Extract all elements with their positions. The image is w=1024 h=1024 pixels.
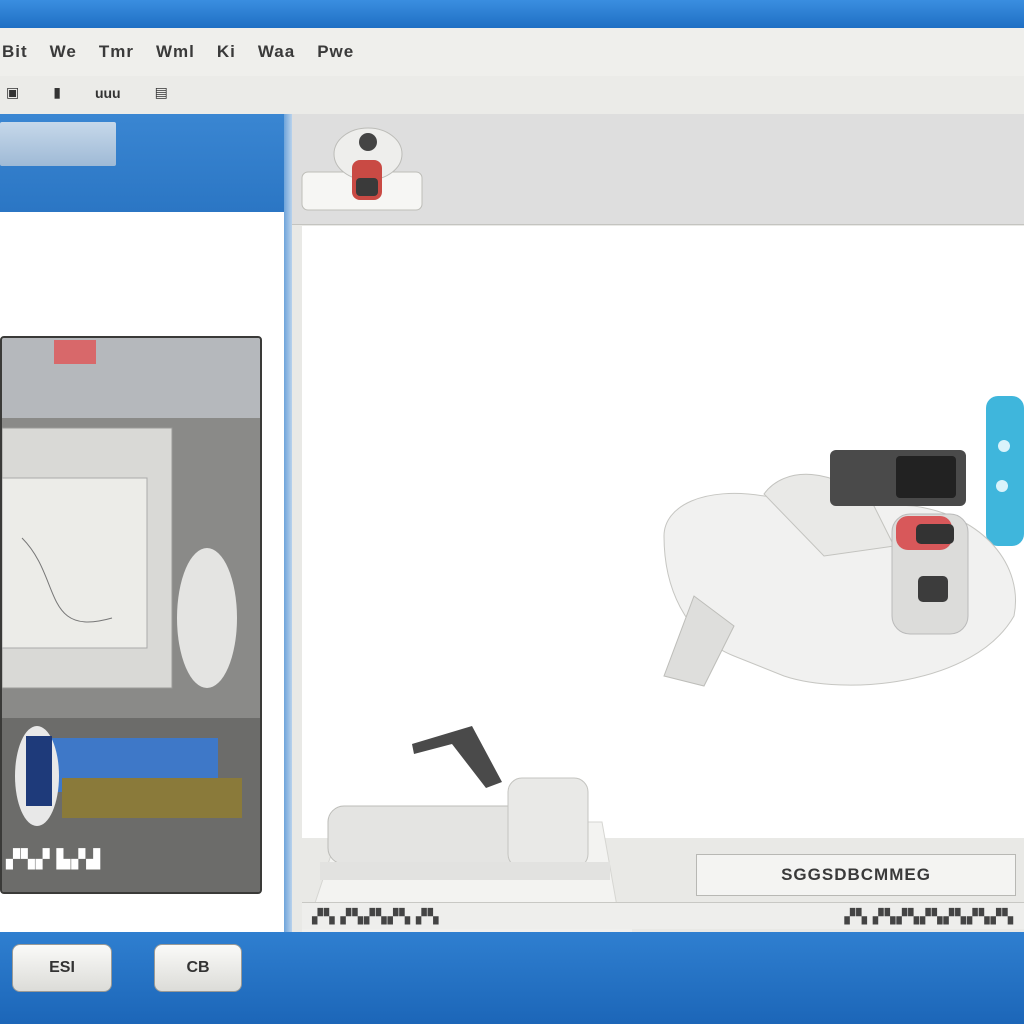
panel-divider[interactable] — [284, 114, 292, 932]
left-panel: ▞▚▞ ▙▞▟ — [0, 114, 284, 932]
status-field-text: SGGSDBCMMEG — [781, 865, 931, 884]
menu-item-1[interactable]: Bit — [2, 42, 28, 62]
action-button-1[interactable]: ESI — [12, 944, 112, 992]
menu-item-7[interactable]: Pwe — [317, 42, 354, 62]
action-button-2[interactable]: CB — [154, 944, 242, 992]
toolbar-button-2[interactable]: ▮ — [49, 82, 65, 103]
status-bar-left-text: ▞▚ ▞▚▞▚▞▚ ▞▚ — [312, 907, 440, 924]
menu-item-5[interactable]: Ki — [217, 42, 236, 62]
menu-item-4[interactable]: Wml — [156, 42, 195, 62]
menu-item-3[interactable]: Tmr — [99, 42, 134, 62]
status-field: SGGSDBCMMEG — [696, 854, 1016, 896]
toolbar-button-4[interactable]: ▤ — [151, 82, 172, 103]
toolbar-button-1[interactable]: ▣ — [2, 82, 23, 103]
device-thumbnail-icon[interactable] — [296, 116, 436, 220]
thumbnail-caption: ▞▚▞ ▙▞▟ — [6, 849, 102, 869]
thumbnail-image — [2, 338, 260, 892]
left-panel-header — [0, 114, 284, 212]
left-panel-header-bar[interactable] — [0, 122, 116, 166]
main-panel: SGGSDBCMMEG ▞▚ ▞▚▞▚▞▚ ▞▚ ▞▚ ▞▚▞▚▞▚▞▚▞▚▞▚ — [292, 114, 1024, 950]
toolbar: ▣ ▮ uuu ▤ — [0, 76, 1024, 115]
bottom-bar: ESI CB — [0, 932, 1024, 1024]
title-bar — [0, 0, 1024, 28]
preview-thumbnail[interactable]: ▞▚▞ ▙▞▟ — [0, 336, 262, 894]
menu-bar: Bit We Tmr Wml Ki Waa Pwe — [0, 28, 1024, 77]
main-header — [292, 114, 1024, 225]
status-bar-right-text: ▞▚ ▞▚▞▚▞▚▞▚▞▚▞▚ — [844, 907, 1014, 924]
menu-item-6[interactable]: Waa — [258, 42, 295, 62]
status-bar: ▞▚ ▞▚▞▚▞▚ ▞▚ ▞▚ ▞▚▞▚▞▚▞▚▞▚▞▚ — [302, 902, 1024, 929]
toolbar-button-3[interactable]: uuu — [91, 83, 125, 103]
menu-item-2[interactable]: We — [50, 42, 77, 62]
handheld-scanner-image — [663, 396, 1024, 687]
main-canvas[interactable] — [302, 226, 1024, 950]
